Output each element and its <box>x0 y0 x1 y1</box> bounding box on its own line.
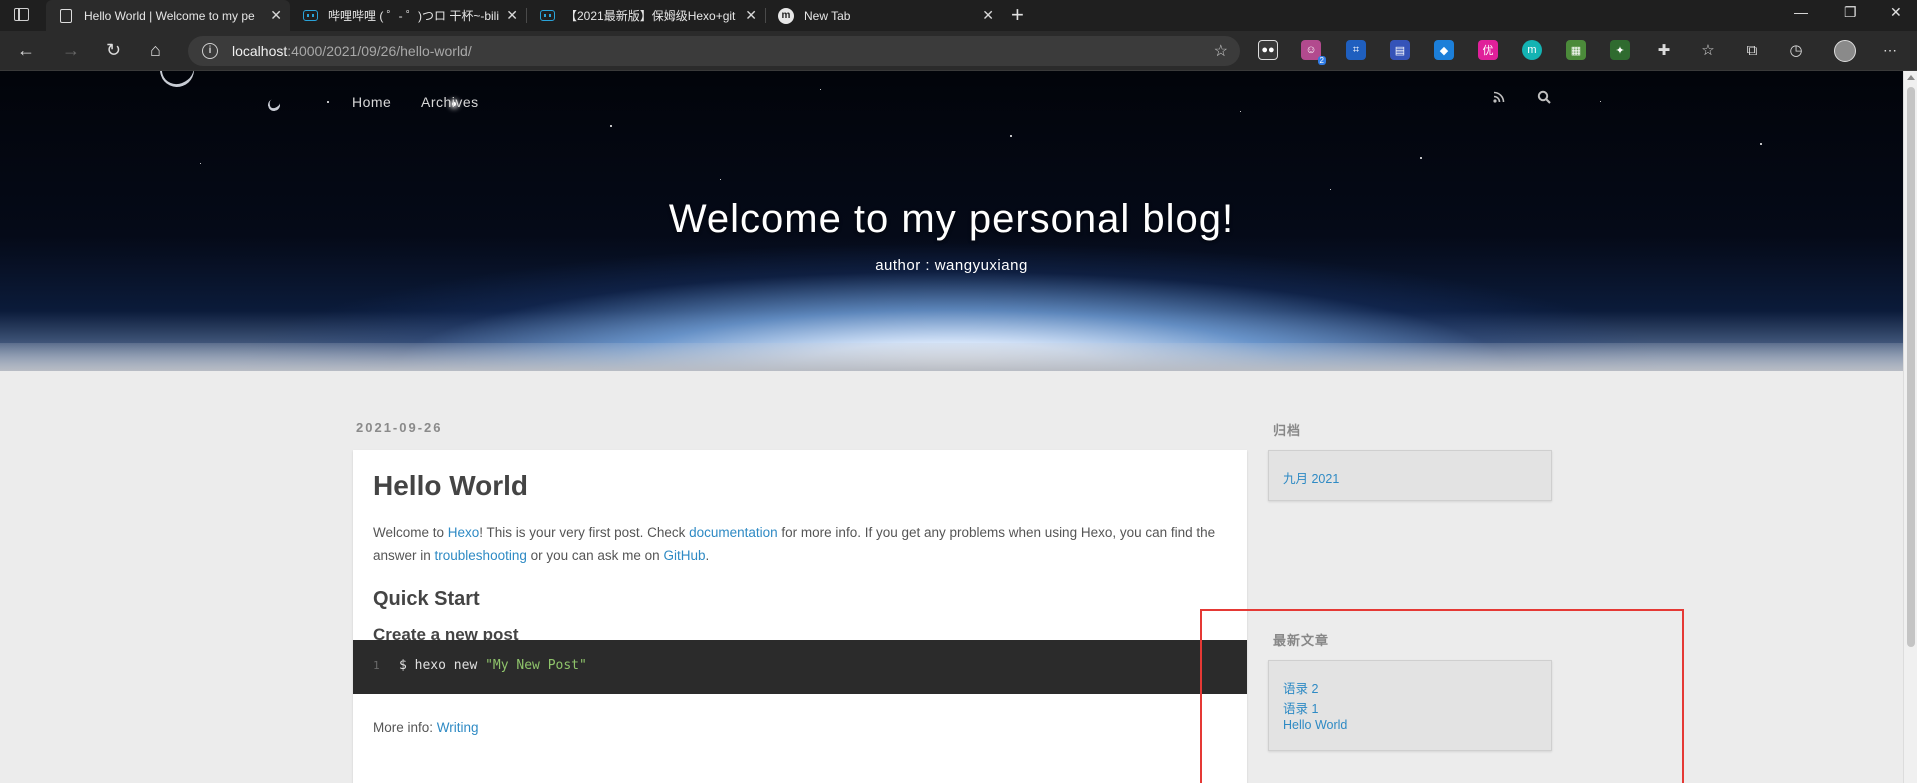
post-card: Hello World Welcome to Hexo! This is you… <box>353 450 1247 783</box>
back-icon[interactable]: ← <box>17 40 35 61</box>
site-title: Welcome to my personal blog! <box>668 197 1235 241</box>
recent-post-link[interactable]: Hello World <box>1283 718 1347 732</box>
post-title[interactable]: Hello World <box>373 470 528 502</box>
close-window-button[interactable]: ✕ <box>1890 4 1902 21</box>
extension-crop-icon[interactable]: ⌗ <box>1346 40 1366 60</box>
code-line: $ hexo new "My New Post" <box>399 658 587 673</box>
extensions-puzzle-icon[interactable]: ✚ <box>1654 40 1674 60</box>
tab-title: New Tab <box>804 8 851 23</box>
extension-badge: 2 <box>1317 56 1326 65</box>
m-icon: m <box>778 7 794 24</box>
tab-strip: Hello World | Welcome to my pe ✕ 哔哩哔哩 ( … <box>0 0 1917 31</box>
bilibili-icon <box>302 8 318 24</box>
extension-cat-icon[interactable]: ☺ 2 <box>1301 40 1326 65</box>
code-block: 1 $ hexo new "My New Post" <box>353 640 1247 694</box>
favorite-star-icon[interactable]: ☆ <box>1214 41 1228 61</box>
tab-title: Hello World | Welcome to my pe <box>84 8 255 23</box>
site-info-icon[interactable]: i <box>202 43 218 59</box>
heading-quick-start: Quick Start <box>373 588 480 610</box>
recent-post-link[interactable]: 语录 1 <box>1283 698 1318 717</box>
document-icon <box>58 8 74 24</box>
collections-icon[interactable]: ⧉ <box>1742 40 1762 60</box>
new-tab-button[interactable]: + <box>1011 2 1024 28</box>
writing-link[interactable]: Writing <box>437 720 479 735</box>
tab-new-tab[interactable]: m New Tab ✕ <box>766 0 1002 31</box>
more-menu-icon[interactable]: ⋯ <box>1880 40 1900 60</box>
minimize-button[interactable]: — <box>1794 4 1808 20</box>
tab-hexo-tutorial[interactable]: 【2021最新版】保姆级Hexo+git ✕ <box>527 0 765 31</box>
nav-archives-link[interactable]: Archives <box>421 94 479 110</box>
archive-widget-title: 归档 <box>1273 423 1302 438</box>
hexo-link[interactable]: Hexo <box>448 525 480 540</box>
extension-card-icon[interactable]: ▤ <box>1390 40 1410 60</box>
recent-posts-widget: 语录 2 语录 1 Hello World <box>1268 660 1552 751</box>
more-info-paragraph: More info: Writing <box>373 720 479 735</box>
profile-avatar[interactable] <box>1834 40 1856 62</box>
close-tab-icon[interactable]: ✕ <box>745 7 757 24</box>
tab-title: 哔哩哔哩 ( ゜- ゜)つロ 干杯~-bili <box>328 9 500 23</box>
close-tab-icon[interactable]: ✕ <box>506 7 518 24</box>
close-tab-icon[interactable]: ✕ <box>982 7 994 24</box>
browser-toolbar: ← → ↻ ⌂ i localhost:4000/2021/09/26/hell… <box>0 31 1917 71</box>
scroll-up-arrow-icon[interactable] <box>1907 75 1915 80</box>
home-icon[interactable]: ⌂ <box>150 40 161 61</box>
favorites-icon[interactable]: ☆ <box>1698 40 1718 60</box>
code-line-number: 1 <box>373 659 380 672</box>
moon-decoration <box>266 97 282 113</box>
search-icon[interactable] <box>1537 90 1551 107</box>
rss-icon[interactable] <box>1493 90 1505 106</box>
recent-post-link[interactable]: 语录 2 <box>1283 678 1318 697</box>
restore-button[interactable]: ❐ <box>1844 4 1857 21</box>
extension-m-icon[interactable]: m <box>1522 40 1542 60</box>
post-intro-paragraph: Welcome to Hexo! This is your very first… <box>373 525 1216 563</box>
refresh-icon[interactable]: ↻ <box>106 40 121 61</box>
hero-header: Home Archives Welcome to my personal blo… <box>0 71 1903 371</box>
tab-bilibili[interactable]: 哔哩哔哩 ( ゜- ゜)つロ 干杯~-bili ✕ <box>290 0 526 31</box>
forward-icon[interactable]: → <box>62 40 80 61</box>
site-subtitle: author : wangyuxiang <box>875 257 1028 274</box>
url-text[interactable]: localhost:4000/2021/09/26/hello-world/ <box>232 43 472 59</box>
extension-image-icon[interactable]: ▦ <box>1566 40 1586 60</box>
archive-widget: 九月 2021 <box>1268 450 1552 501</box>
tab-title: 【2021最新版】保姆级Hexo+git <box>565 9 736 23</box>
nav-home-link[interactable]: Home <box>352 94 391 110</box>
history-icon[interactable]: ◷ <box>1786 40 1806 60</box>
moon-decoration <box>155 71 199 92</box>
extension-robot-icon[interactable]: ●● <box>1258 40 1278 60</box>
address-bar[interactable]: i localhost:4000/2021/09/26/hello-world/… <box>188 36 1240 66</box>
page-scrollbar[interactable] <box>1903 71 1917 783</box>
recent-posts-title: 最新文章 <box>1273 633 1330 648</box>
post-date: 2021-09-26 <box>356 420 443 435</box>
bilibili-icon <box>539 8 555 24</box>
scroll-thumb[interactable] <box>1907 87 1915 647</box>
tab-hello-world[interactable]: Hello World | Welcome to my pe ✕ <box>46 0 290 31</box>
page-content: Home Archives Welcome to my personal blo… <box>0 71 1903 783</box>
extension-youku-icon[interactable]: 优 <box>1478 40 1498 60</box>
extension-diamond-icon[interactable]: ◆ <box>1434 40 1454 60</box>
github-link[interactable]: GitHub <box>663 548 705 563</box>
tab-actions-icon[interactable] <box>14 8 29 21</box>
archive-link[interactable]: 九月 2021 <box>1283 468 1339 487</box>
close-tab-icon[interactable]: ✕ <box>270 7 282 24</box>
documentation-link[interactable]: documentation <box>689 525 778 540</box>
extension-leaf-icon[interactable]: ✦ <box>1610 40 1630 60</box>
troubleshooting-link[interactable]: troubleshooting <box>435 548 527 563</box>
